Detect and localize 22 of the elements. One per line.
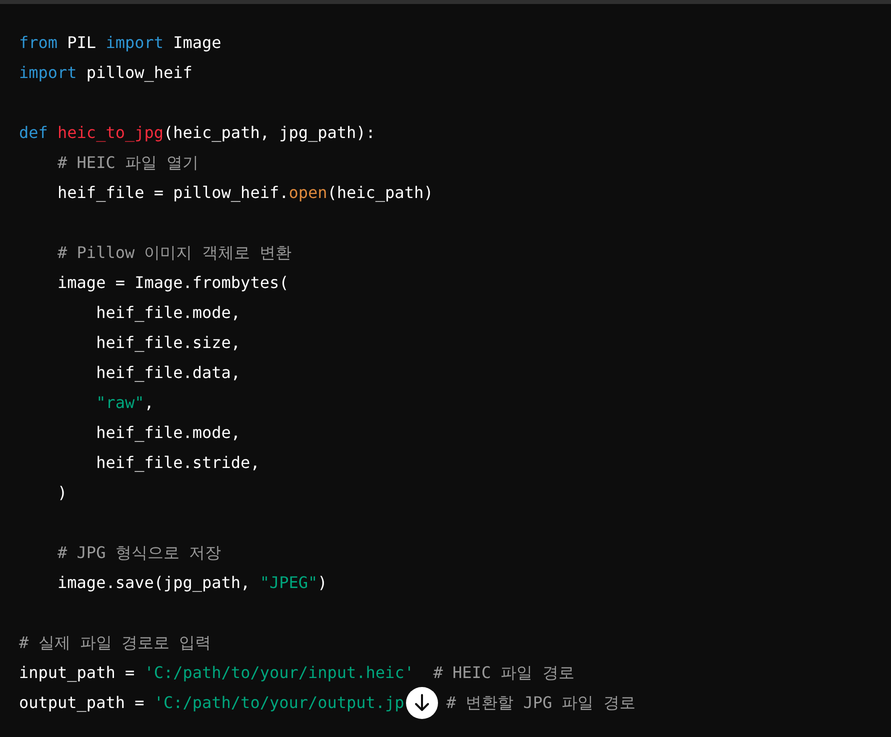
code-line: heif_file.stride, — [95, 452, 260, 474]
code-line: heif_file.mode, — [95, 422, 241, 444]
code-line: "raw", — [95, 392, 154, 414]
code-line: image = Image.frombytes( — [56, 272, 289, 294]
code-line: # 변환할 JPG 파일 경로 — [446, 692, 636, 714]
code-line: from PIL import Image — [19, 32, 222, 54]
code-line: output_path = 'C:/path/to/your/output.jp — [19, 692, 404, 714]
code-line: heif_file.mode, — [95, 302, 241, 324]
code-line: heif_file.size, — [95, 332, 241, 354]
code-line: heif_file = pillow_heif.open(heic_path) — [56, 182, 434, 204]
code-line: ) — [56, 482, 68, 504]
code-line: image.save(jpg_path, "JPEG") — [56, 572, 328, 594]
code-line: # HEIC 파일 열기 — [56, 152, 199, 174]
code-line: # JPG 형식으로 저장 — [56, 542, 221, 564]
code-line: def heic_to_jpg(heic_path, jpg_path): — [19, 122, 376, 144]
arrow-down-icon — [414, 694, 430, 712]
code-line: # Pillow 이미지 객체로 변환 — [56, 242, 292, 264]
code-line: # 실제 파일 경로로 입력 — [19, 632, 212, 654]
code-line: import pillow_heif — [19, 62, 192, 84]
code-line: input_path = 'C:/path/to/your/input.heic' # HEIC 파일 경로 — [19, 662, 574, 684]
scroll-down-button[interactable] — [406, 687, 438, 719]
code-line: heif_file.data, — [95, 362, 241, 384]
